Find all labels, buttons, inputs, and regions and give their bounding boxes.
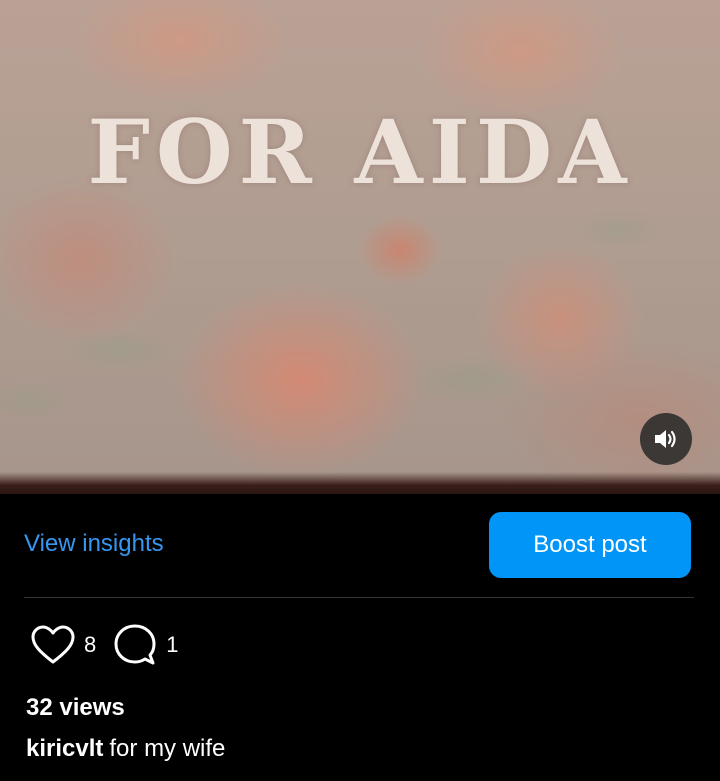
post-caption: kiricvlt for my wife bbox=[26, 735, 225, 763]
boost-post-button[interactable]: Boost post bbox=[489, 512, 691, 578]
media-title-text: FOR AIDA bbox=[87, 100, 633, 204]
post-media[interactable]: FOR AIDA bbox=[0, 0, 720, 494]
comment-count: 1 bbox=[166, 632, 179, 657]
divider bbox=[24, 597, 694, 598]
sound-toggle-button[interactable] bbox=[640, 413, 692, 465]
view-count: 32 views bbox=[26, 694, 125, 721]
like-button[interactable]: 8 bbox=[30, 624, 96, 666]
caption-text: for my wife bbox=[109, 735, 226, 762]
heart-icon bbox=[31, 625, 75, 664]
username-link[interactable]: kiricvlt bbox=[26, 735, 103, 762]
post-action-row: View insights Boost post bbox=[0, 510, 720, 578]
view-insights-link[interactable]: View insights bbox=[24, 530, 164, 558]
comment-icon bbox=[114, 624, 156, 665]
engagement-stats: 8 1 bbox=[30, 622, 195, 668]
speaker-icon bbox=[655, 430, 676, 448]
like-count: 8 bbox=[84, 632, 97, 657]
comment-button[interactable]: 1 bbox=[112, 623, 179, 667]
